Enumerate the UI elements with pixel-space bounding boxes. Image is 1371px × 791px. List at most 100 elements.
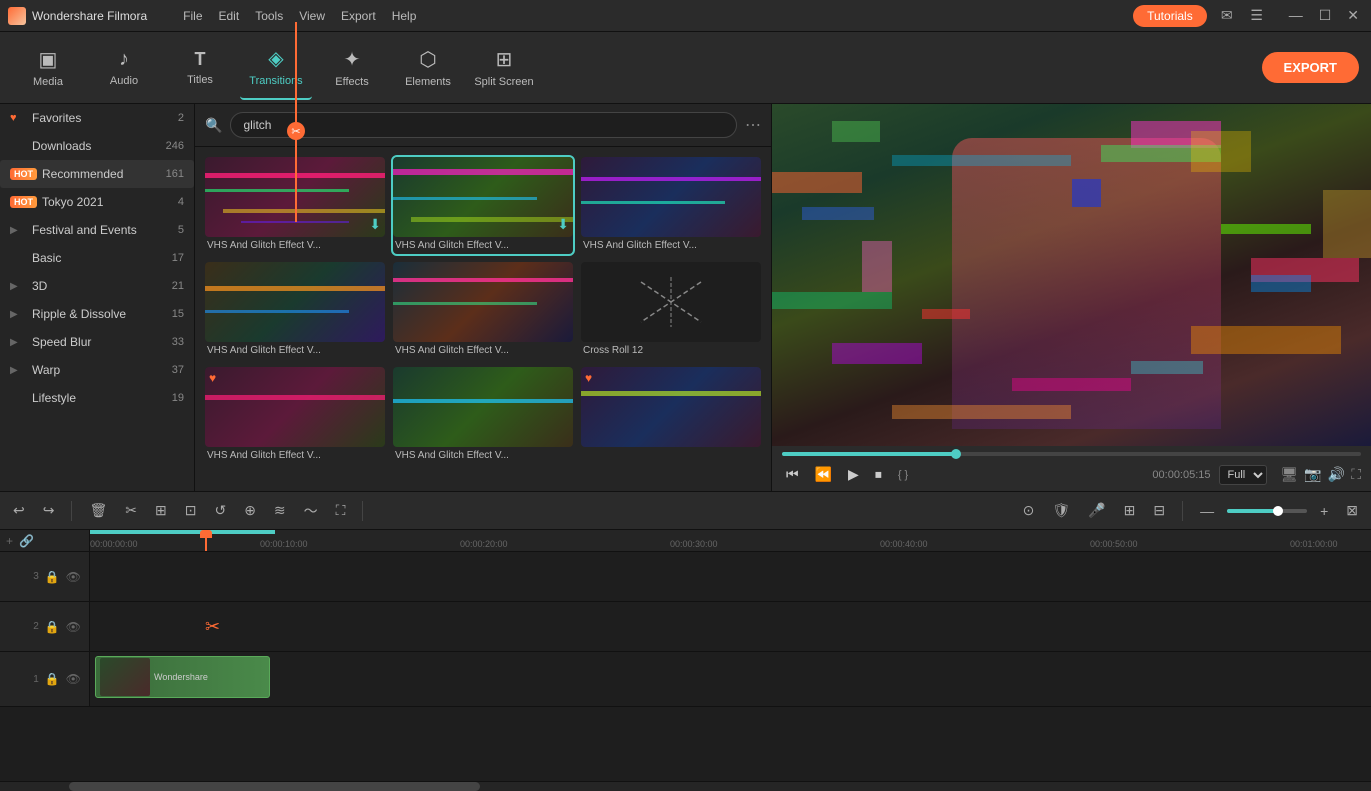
elements-label: Elements [405, 76, 451, 88]
menu-view[interactable]: View [299, 9, 325, 23]
skip-back-button[interactable]: ⏮ [782, 464, 803, 485]
notifications-icon[interactable]: ✉ [1217, 6, 1237, 26]
menu-edit[interactable]: Edit [219, 9, 240, 23]
progress-bar[interactable] [782, 452, 1361, 456]
glitch-overlay-7 [205, 367, 385, 447]
sidebar-item-favorites[interactable]: ♥ Favorites 2 [0, 104, 194, 132]
track-content-2[interactable]: ✂ [90, 602, 1371, 651]
sidebar-item-ripple[interactable]: ▶ Ripple & Dissolve 15 [0, 300, 194, 328]
quality-select[interactable]: Full 1/2 1/4 [1219, 465, 1267, 485]
grid-item-4[interactable]: VHS And Glitch Effect V... [205, 262, 385, 359]
speed-button[interactable]: 〜 [299, 499, 323, 523]
speedblur-arrow: ▶ [10, 337, 26, 348]
zoom-thumb [1273, 506, 1283, 516]
track-content-3[interactable] [90, 552, 1371, 601]
toolbar-elements[interactable]: ⬡ Elements [392, 36, 464, 100]
maximize-button[interactable]: ☐ [1315, 7, 1336, 24]
grid-item-3[interactable]: VHS And Glitch Effect V... [581, 157, 761, 254]
grid-item-5[interactable]: VHS And Glitch Effect V... [393, 262, 573, 359]
cut-button[interactable]: ✂ [120, 500, 142, 521]
zoom-out-button[interactable]: — [1195, 501, 1219, 521]
zoom-slider[interactable] [1227, 509, 1307, 513]
grid-item-2[interactable]: ⬇ VHS And Glitch Effect V... [393, 157, 573, 254]
grid-item-1[interactable]: ⬇ VHS And Glitch Effect V... [205, 157, 385, 254]
ruler-50: 00:00:50:00 [1090, 539, 1138, 549]
shield-button[interactable]: 🛡 [1047, 500, 1075, 521]
scrollbar-thumb[interactable] [69, 782, 480, 791]
crop-button[interactable]: ⊞ [150, 500, 172, 521]
track-eye-2[interactable]: 👁 [66, 620, 81, 634]
track-content-1[interactable]: Wondershare [90, 652, 1371, 706]
redo-button[interactable]: ↪ [38, 500, 60, 521]
grid-item-7[interactable]: ♥ VHS And Glitch Effect V... [205, 367, 385, 464]
mic-button[interactable]: 🎤 [1083, 500, 1110, 521]
export-button[interactable]: EXPORT [1262, 52, 1359, 83]
close-button[interactable]: ✕ [1343, 7, 1363, 24]
toolbar-transitions[interactable]: ◈ Transitions [240, 36, 312, 100]
minimize-button[interactable]: — [1285, 7, 1307, 24]
3d-label: 3D [32, 279, 172, 293]
sidebar-item-speedblur[interactable]: ▶ Speed Blur 33 [0, 328, 194, 356]
updates-icon[interactable]: ☰ [1247, 6, 1267, 26]
monitor-icon[interactable]: 🖥 [1281, 466, 1299, 483]
preview-controls: ⏮ ⏪ ▶ ⏹ { } 00:00:05:15 Full 1/2 1/4 🖥 📷… [772, 446, 1371, 491]
sidebar-item-warp[interactable]: ▶ Warp 37 [0, 356, 194, 384]
search-input[interactable] [230, 112, 737, 138]
grid-item-8[interactable]: VHS And Glitch Effect V... [393, 367, 573, 464]
menu-export[interactable]: Export [341, 9, 376, 23]
sidebar-item-tokyo2021[interactable]: HOT Tokyo 2021 4 [0, 188, 194, 216]
toolbar-audio[interactable]: ♪ Audio [88, 36, 160, 100]
delete-button[interactable]: 🗑 [84, 500, 112, 521]
track-lock-3[interactable]: 🔒 [45, 570, 60, 584]
toolbar-titles[interactable]: T Titles [164, 36, 236, 100]
ai-button[interactable]: ⊞ [1119, 500, 1141, 521]
track-lock-2[interactable]: 🔒 [45, 620, 60, 634]
toolbar-effects[interactable]: ✦ Effects [316, 36, 388, 100]
downloads-label: Downloads [32, 139, 166, 153]
track-eye-1[interactable]: 👁 [66, 672, 81, 686]
track-lock-1[interactable]: 🔒 [45, 672, 60, 686]
sidebar-item-lifestyle[interactable]: Lifestyle 19 [0, 384, 194, 412]
media-label: Media [33, 76, 63, 88]
color-button[interactable]: ⊕ [239, 500, 261, 521]
favorites-count: 2 [178, 112, 184, 124]
timeline-scrollbar[interactable] [0, 781, 1371, 791]
zoom-in-button[interactable]: + [1315, 501, 1333, 521]
screenshot-icon[interactable]: 📷 [1304, 466, 1321, 483]
step-back-button[interactable]: ⏪ [811, 464, 836, 485]
rotate-button[interactable]: ↺ [209, 500, 231, 521]
speedblur-label: Speed Blur [32, 335, 172, 349]
stop-button[interactable]: ⏹ [871, 464, 886, 485]
grid-item-9[interactable]: ♥ [581, 367, 761, 464]
audio-button[interactable]: ≋ [269, 500, 291, 521]
subtitles-button[interactable]: ⊟ [1148, 500, 1170, 521]
sidebar-item-festival[interactable]: ▶ Festival and Events 5 [0, 216, 194, 244]
grid-item-crossroll[interactable]: Cross Roll 12 [581, 262, 761, 359]
tutorials-button[interactable]: Tutorials [1133, 5, 1207, 27]
sidebar-item-3d[interactable]: ▶ 3D 21 [0, 272, 194, 300]
volume-icon[interactable]: 🔊 [1328, 466, 1345, 483]
toolbar-splitscreen[interactable]: ⊞ Split Screen [468, 36, 540, 100]
track-clip-1[interactable]: Wondershare [95, 656, 270, 698]
add-track-icon[interactable]: + [6, 534, 13, 548]
undo-button[interactable]: ↩ [8, 500, 30, 521]
sidebar-item-recommended[interactable]: HOT Recommended 161 [0, 160, 194, 188]
fullscreen-icon[interactable]: ⛶ [1351, 466, 1361, 483]
track-eye-3[interactable]: 👁 [66, 570, 81, 584]
grid-options-icon[interactable]: ⋯ [745, 115, 761, 135]
thumb-7: ♥ [205, 367, 385, 447]
sidebar-item-basic[interactable]: Basic 17 [0, 244, 194, 272]
menu-help[interactable]: Help [392, 9, 417, 23]
stabilize-button[interactable]: ⊙ [1018, 500, 1040, 521]
link-icon[interactable]: 🔗 [19, 534, 34, 548]
glitch-overlay-2 [393, 157, 573, 237]
grid-label-9 [581, 447, 761, 453]
menu-tools[interactable]: Tools [255, 9, 283, 23]
play-button[interactable]: ▶ [844, 464, 863, 485]
zoom-fit-button[interactable]: ⊡ [180, 500, 202, 521]
fit-button[interactable]: ⊠ [1341, 500, 1363, 521]
menu-file[interactable]: File [183, 9, 202, 23]
sidebar-item-downloads[interactable]: Downloads 246 [0, 132, 194, 160]
fullscreen-tl-button[interactable]: ⛶ [331, 500, 351, 521]
toolbar-media[interactable]: ▣ Media [12, 36, 84, 100]
